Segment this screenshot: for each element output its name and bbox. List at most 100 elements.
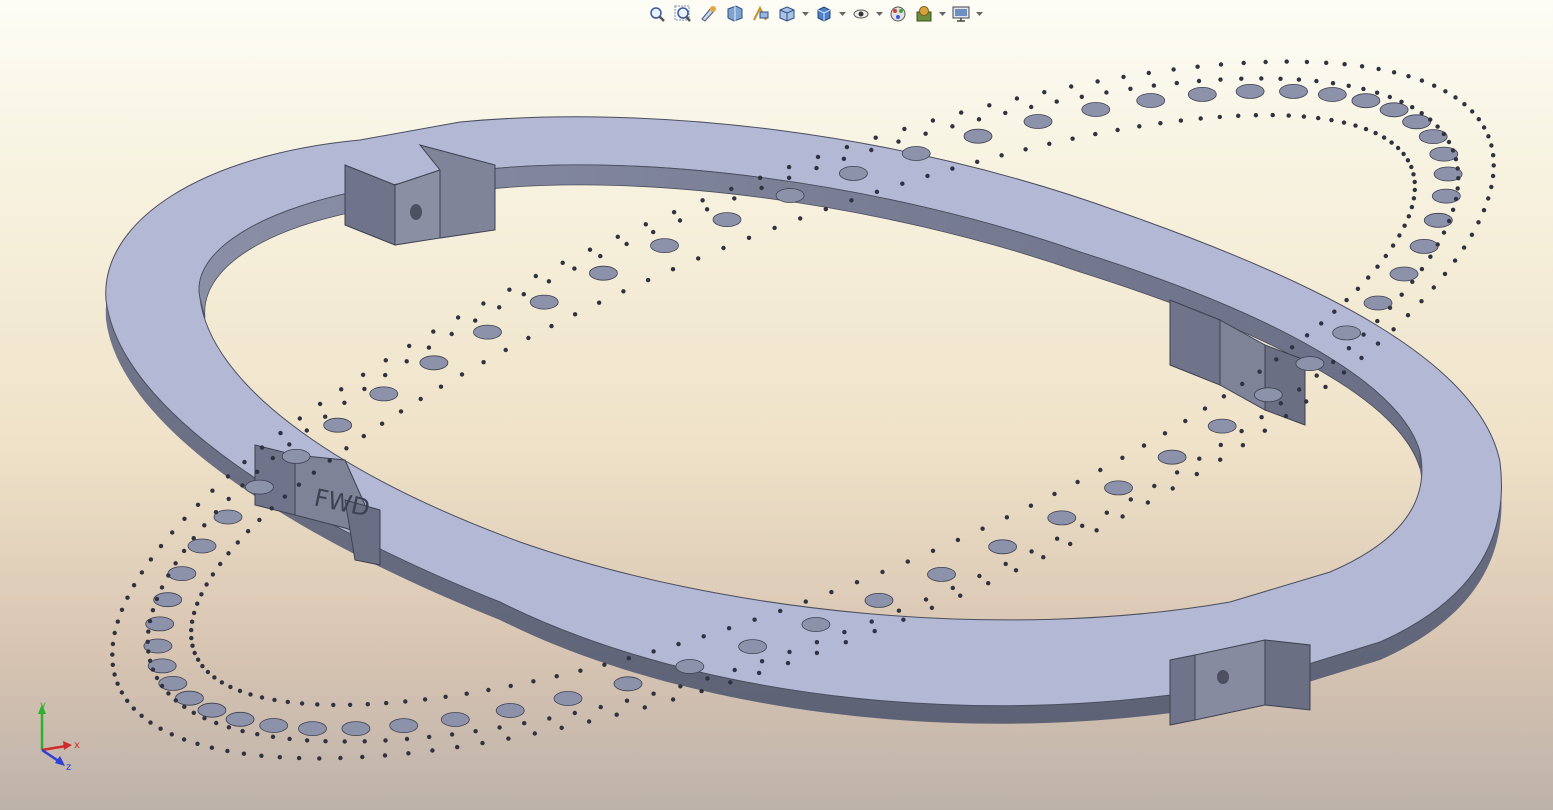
rivet xyxy=(1359,355,1364,361)
rivet xyxy=(1489,184,1494,190)
rivet xyxy=(873,135,878,140)
rivet xyxy=(404,736,410,742)
display-style-icon xyxy=(817,6,831,22)
rivet xyxy=(977,573,982,579)
rivet xyxy=(1376,66,1381,72)
view-settings-dropdown[interactable] xyxy=(975,3,984,25)
rivet xyxy=(241,751,247,756)
rivet xyxy=(786,175,792,180)
rivet xyxy=(559,725,564,730)
zoom-to-area-button[interactable] xyxy=(671,3,695,25)
rivet xyxy=(626,656,631,661)
rivet xyxy=(587,247,593,252)
hide-show-items-dropdown[interactable] xyxy=(875,3,884,25)
rivet xyxy=(1419,78,1425,83)
graphics-area[interactable]: FWD y x z xyxy=(0,0,1553,810)
bolt-hole xyxy=(1418,129,1448,145)
rivet xyxy=(1481,125,1487,130)
rivet xyxy=(191,536,196,541)
bolt-hole xyxy=(712,212,742,228)
edit-appearance-button[interactable] xyxy=(886,3,910,25)
view-orientation-button[interactable] xyxy=(775,3,799,25)
rivet xyxy=(1341,370,1347,375)
rivet xyxy=(758,175,763,180)
rivet xyxy=(406,751,411,756)
rivet xyxy=(1489,143,1494,148)
rivet xyxy=(287,736,292,742)
rivet xyxy=(119,690,125,695)
rivet xyxy=(1141,443,1147,448)
rivet xyxy=(503,347,508,353)
apply-scene-button[interactable] xyxy=(912,3,936,25)
rivet xyxy=(189,619,195,624)
rivet xyxy=(950,585,955,591)
rivet xyxy=(139,713,144,718)
bolt-hole xyxy=(1207,418,1237,434)
bolt-hole xyxy=(589,265,618,281)
rivet xyxy=(1236,113,1241,119)
display-style-button[interactable] xyxy=(812,3,836,25)
rivet xyxy=(676,641,681,647)
rivet xyxy=(131,583,137,588)
bolt-hole xyxy=(927,567,956,582)
view-orientation-dropdown[interactable] xyxy=(801,3,810,25)
apply-scene-dropdown[interactable] xyxy=(938,3,947,25)
bolt-hole xyxy=(298,721,327,736)
view-settings-button[interactable] xyxy=(949,3,973,25)
rivet xyxy=(1104,510,1110,515)
rivet xyxy=(145,639,150,644)
rivet xyxy=(1304,399,1309,404)
display-style-dropdown[interactable] xyxy=(838,3,847,25)
rivet xyxy=(1023,147,1028,152)
rivet xyxy=(1054,99,1059,104)
section-view-button[interactable] xyxy=(723,3,747,25)
rivet xyxy=(1412,187,1418,193)
ring-frame-model[interactable]: FWD xyxy=(0,0,1553,810)
dynamic-annotation-button[interactable] xyxy=(749,3,773,25)
previous-view-button[interactable] xyxy=(697,3,721,25)
rivet xyxy=(1093,131,1098,137)
rivet xyxy=(240,483,245,488)
rivet xyxy=(896,139,901,144)
rivet xyxy=(1316,115,1321,121)
rivet xyxy=(398,409,404,414)
rivet xyxy=(154,596,160,602)
zoom-to-fit-button[interactable] xyxy=(645,3,669,25)
rivet xyxy=(880,569,885,575)
bolt-hole xyxy=(197,702,227,718)
rivet xyxy=(202,716,207,721)
rivet xyxy=(572,312,578,317)
rivet xyxy=(1405,158,1411,163)
rivet xyxy=(1183,418,1188,424)
bolt-hole xyxy=(988,539,1017,555)
rivet xyxy=(1355,286,1361,291)
previous-view-icon xyxy=(701,6,716,22)
rivet xyxy=(257,517,262,523)
rivet xyxy=(1410,105,1415,110)
rivet xyxy=(869,147,874,153)
rivet xyxy=(1344,297,1349,303)
rivet xyxy=(1375,318,1380,324)
bolt-hole xyxy=(963,128,993,144)
rivet xyxy=(1456,176,1461,181)
rivet xyxy=(814,165,819,171)
rivet xyxy=(598,704,603,710)
rivet xyxy=(115,681,120,686)
rivet xyxy=(158,543,164,549)
rivet xyxy=(147,618,153,624)
apply-scene-icon xyxy=(916,6,932,22)
rivet xyxy=(323,739,328,744)
rivet xyxy=(1195,64,1200,69)
rivet xyxy=(365,702,370,707)
bolt-hole xyxy=(1317,87,1347,102)
rivet xyxy=(112,672,117,677)
rivet xyxy=(1389,140,1394,145)
rivet xyxy=(481,301,486,306)
bolt-hole xyxy=(1402,114,1431,130)
rivet xyxy=(696,256,701,261)
rivet xyxy=(1455,186,1460,191)
rivet xyxy=(602,662,607,667)
rivet xyxy=(139,570,145,575)
rivet xyxy=(1263,59,1268,65)
hide-show-items-button[interactable] xyxy=(849,3,873,25)
